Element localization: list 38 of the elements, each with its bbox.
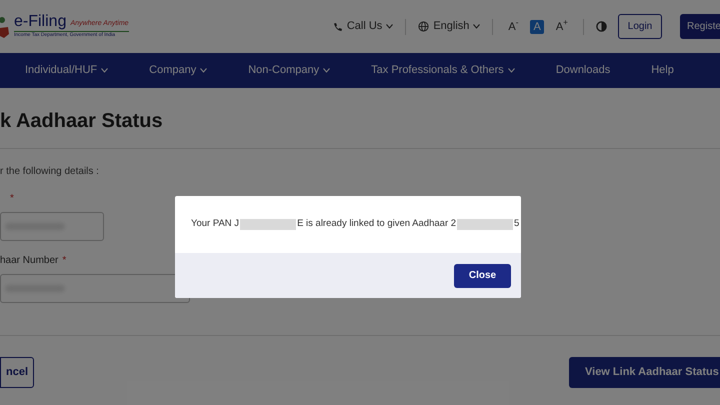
nav-menu-item[interactable]: Downloads: [556, 62, 610, 79]
language-button[interactable]: English: [418, 18, 480, 35]
nav-menu-item[interactable]: Company: [149, 62, 208, 79]
font-size-button[interactable]: A: [530, 20, 544, 34]
globe-icon: [418, 21, 430, 32]
field-label: haar Number: [0, 254, 58, 268]
view-status-button[interactable]: View Link Aadhaar Status: [569, 357, 720, 388]
caret-icon: [101, 68, 108, 73]
close-button[interactable]: Close: [454, 264, 511, 288]
caret-icon: [473, 24, 480, 29]
caret-icon: [508, 68, 515, 73]
caret-icon: [323, 68, 330, 73]
contrast-icon[interactable]: [596, 21, 607, 32]
nav-menu-item[interactable]: Non-Company: [248, 62, 330, 79]
login-button[interactable]: Login: [618, 14, 662, 39]
nav-menu-item[interactable]: Help: [651, 62, 674, 79]
font-size-button[interactable]: A$^{+}$: [552, 20, 571, 34]
required-mark: *: [62, 254, 66, 268]
message-text: E is already linked to given Aadhaar 2: [297, 217, 456, 232]
logo-title: e-Filing: [14, 14, 66, 30]
register-button[interactable]: Registe: [680, 14, 720, 39]
input-field[interactable]: [0, 274, 190, 303]
font-size-button[interactable]: A$^{-}$: [505, 20, 522, 34]
page-title: k Aadhaar Status: [0, 109, 164, 134]
redaction-bar: [457, 219, 514, 230]
message-text: 5: [514, 217, 520, 232]
cancel-button[interactable]: ncel: [0, 357, 34, 388]
nav-menu-item[interactable]: Tax Professionals & Others: [371, 62, 515, 79]
nav-menu-item[interactable]: Individual/HUF: [25, 62, 108, 79]
message-text: Your PAN J: [191, 217, 240, 232]
caret-icon: [200, 68, 208, 73]
required-mark: *: [10, 192, 14, 206]
redaction-bar: [240, 219, 296, 230]
caret-icon: [386, 24, 394, 29]
call-us-button[interactable]: Call Us: [332, 18, 394, 35]
instruction-text: r the following details :: [0, 165, 100, 179]
input-field[interactable]: [0, 212, 104, 241]
phone-icon: [332, 22, 343, 32]
